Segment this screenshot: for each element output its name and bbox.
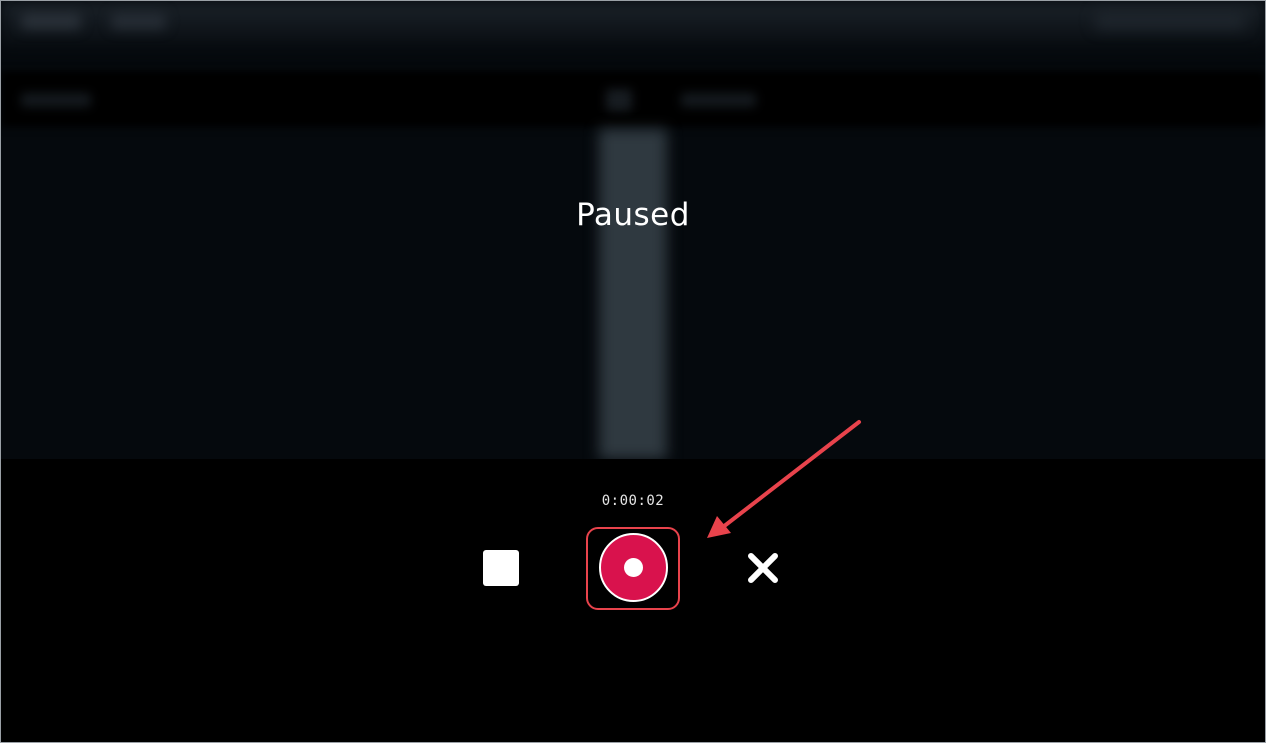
blurred-header-item [681, 93, 756, 107]
record-icon [624, 558, 643, 577]
blurred-topbar-item [1095, 11, 1245, 29]
blurred-column [599, 129, 667, 459]
blurred-topbar-item [111, 13, 166, 29]
blurred-header [1, 71, 1265, 127]
blurred-header-item [606, 89, 632, 111]
close-button[interactable] [743, 548, 783, 588]
blurred-topbar-item [21, 13, 81, 29]
elapsed-timer: 0:00:02 [601, 493, 665, 509]
recording-window: Paused 0:00:02 [0, 0, 1266, 743]
resume-record-button[interactable] [599, 533, 668, 602]
paused-status-label: Paused [576, 197, 690, 233]
blurred-topbar [1, 1, 1265, 51]
close-icon [748, 553, 778, 583]
stop-button[interactable] [483, 550, 519, 586]
blurred-header-item [21, 93, 91, 107]
